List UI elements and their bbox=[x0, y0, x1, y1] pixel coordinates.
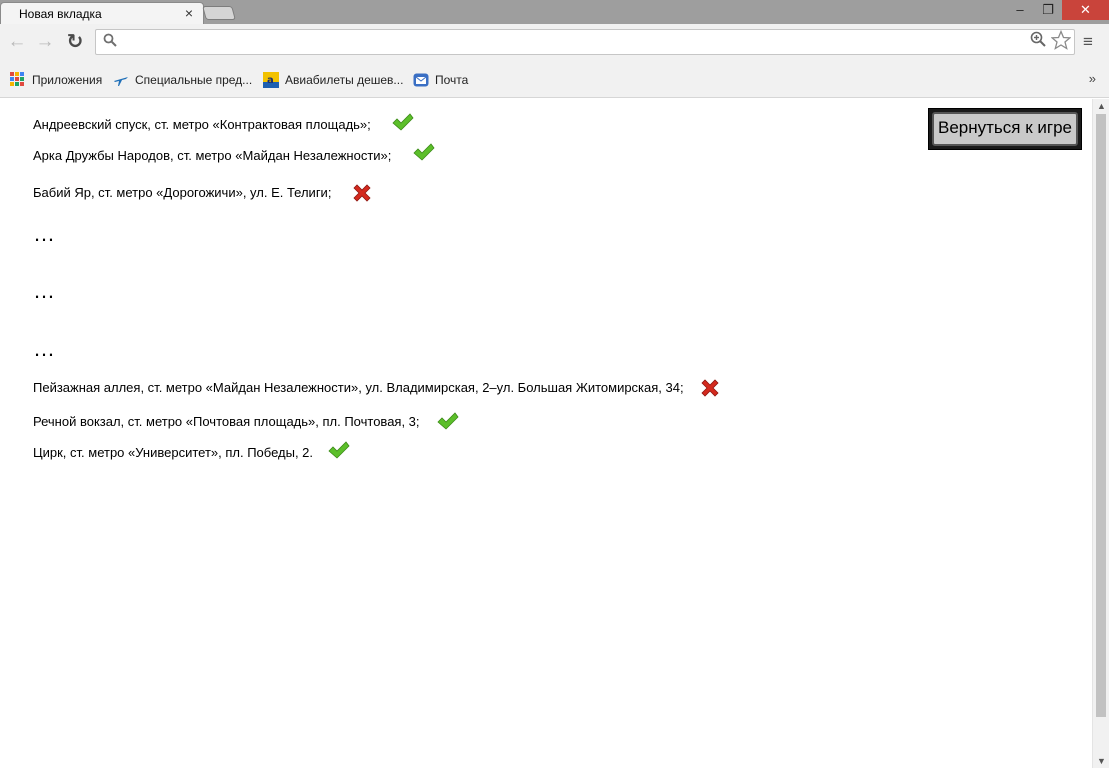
bookmark-label: Почта bbox=[435, 73, 469, 87]
ellipsis: … bbox=[33, 221, 55, 246]
tab-close-icon[interactable]: × bbox=[185, 5, 193, 21]
airplane-icon bbox=[113, 72, 129, 88]
vertical-scrollbar[interactable]: ▲ ▼ bbox=[1092, 99, 1109, 768]
cross-icon bbox=[700, 378, 720, 398]
mail-icon bbox=[413, 72, 429, 88]
search-icon bbox=[103, 33, 117, 51]
ellipsis: … bbox=[33, 278, 55, 303]
back-button[interactable]: ← bbox=[5, 30, 29, 54]
check-icon bbox=[436, 412, 459, 432]
forward-button[interactable]: → bbox=[33, 30, 57, 54]
zoom-icon[interactable] bbox=[1030, 31, 1046, 52]
back-to-game-button[interactable]: Вернуться к игре bbox=[932, 112, 1078, 146]
bookmark-label: Специальные пред... bbox=[135, 73, 253, 87]
window-maximize-button[interactable]: ❐ bbox=[1034, 0, 1062, 20]
bookmark-label: Приложения bbox=[32, 73, 103, 87]
apps-grid-icon bbox=[10, 72, 26, 88]
location-text: Бабий Яр, ст. метро «Дорогожичи», ул. Е.… bbox=[33, 184, 332, 200]
new-tab-button[interactable] bbox=[202, 6, 236, 20]
location-text: Арка Дружбы Народов, ст. метро «Майдан Н… bbox=[33, 148, 392, 163]
location-text: Андреевский спуск, ст. метро «Контрактов… bbox=[33, 116, 371, 132]
check-icon bbox=[413, 142, 435, 163]
bookmarks-overflow-button[interactable]: » bbox=[1089, 71, 1096, 86]
back-to-game-frame: Вернуться к игре bbox=[928, 108, 1082, 150]
cross-icon bbox=[352, 183, 372, 203]
location-item: Арка Дружбы Народов, ст. метро «Майдан Н… bbox=[33, 142, 435, 163]
location-item: Бабий Яр, ст. метро «Дорогожичи», ул. Е.… bbox=[33, 181, 372, 203]
window-minimize-button[interactable]: – bbox=[1006, 0, 1034, 20]
ellipsis: … bbox=[33, 336, 55, 361]
address-input[interactable] bbox=[124, 33, 1024, 51]
tab-strip: Новая вкладка × – ❐ ✕ bbox=[0, 0, 1109, 24]
menu-icon[interactable]: ≡ bbox=[1083, 32, 1101, 52]
location-item: Цирк, ст. метро «Университет», пл. Побед… bbox=[33, 441, 350, 461]
tab-title: Новая вкладка bbox=[19, 7, 102, 21]
bookmark-apps[interactable]: Приложения bbox=[10, 71, 102, 89]
bookmarks-bar: Приложения Специальные пред... a Авиабил… bbox=[0, 60, 1109, 98]
svg-text:a: a bbox=[267, 75, 274, 86]
tab-new-tab[interactable]: Новая вкладка × bbox=[0, 2, 204, 24]
location-text: Пейзажная аллея, ст. метро «Майдан Незал… bbox=[33, 380, 684, 395]
browser-toolbar: ← → ↻ ≡ bbox=[0, 24, 1109, 60]
reload-button[interactable]: ↻ bbox=[63, 30, 87, 54]
location-text: Цирк, ст. метро «Университет», пл. Побед… bbox=[33, 445, 314, 460]
scroll-down-icon[interactable]: ▼ bbox=[1097, 756, 1106, 766]
bookmark-mail[interactable]: Почта bbox=[413, 71, 468, 89]
bookmark-label: Авиабилеты дешев... bbox=[285, 73, 404, 87]
check-icon bbox=[328, 441, 350, 461]
scrollbar-thumb[interactable] bbox=[1096, 114, 1106, 717]
scroll-up-icon[interactable]: ▲ bbox=[1097, 101, 1106, 111]
bookmark-star-icon[interactable] bbox=[1050, 29, 1072, 56]
location-text: Речной вокзал, ст. метро «Почтовая площа… bbox=[33, 414, 420, 429]
address-bar[interactable] bbox=[95, 29, 1075, 55]
aviasales-icon: a bbox=[263, 72, 279, 88]
location-item: Речной вокзал, ст. метро «Почтовая площа… bbox=[33, 411, 459, 432]
window-close-button[interactable]: ✕ bbox=[1062, 0, 1109, 20]
bookmark-special-offers[interactable]: Специальные пред... bbox=[113, 71, 252, 89]
page-content: Андреевский спуск, ст. метро «Контрактов… bbox=[0, 99, 1092, 768]
location-item: Андреевский спуск, ст. метро «Контрактов… bbox=[33, 113, 414, 133]
bookmark-cheap-flights[interactable]: a Авиабилеты дешев... bbox=[263, 71, 403, 89]
check-icon bbox=[392, 113, 414, 133]
location-item: Пейзажная аллея, ст. метро «Майдан Незал… bbox=[33, 377, 720, 398]
